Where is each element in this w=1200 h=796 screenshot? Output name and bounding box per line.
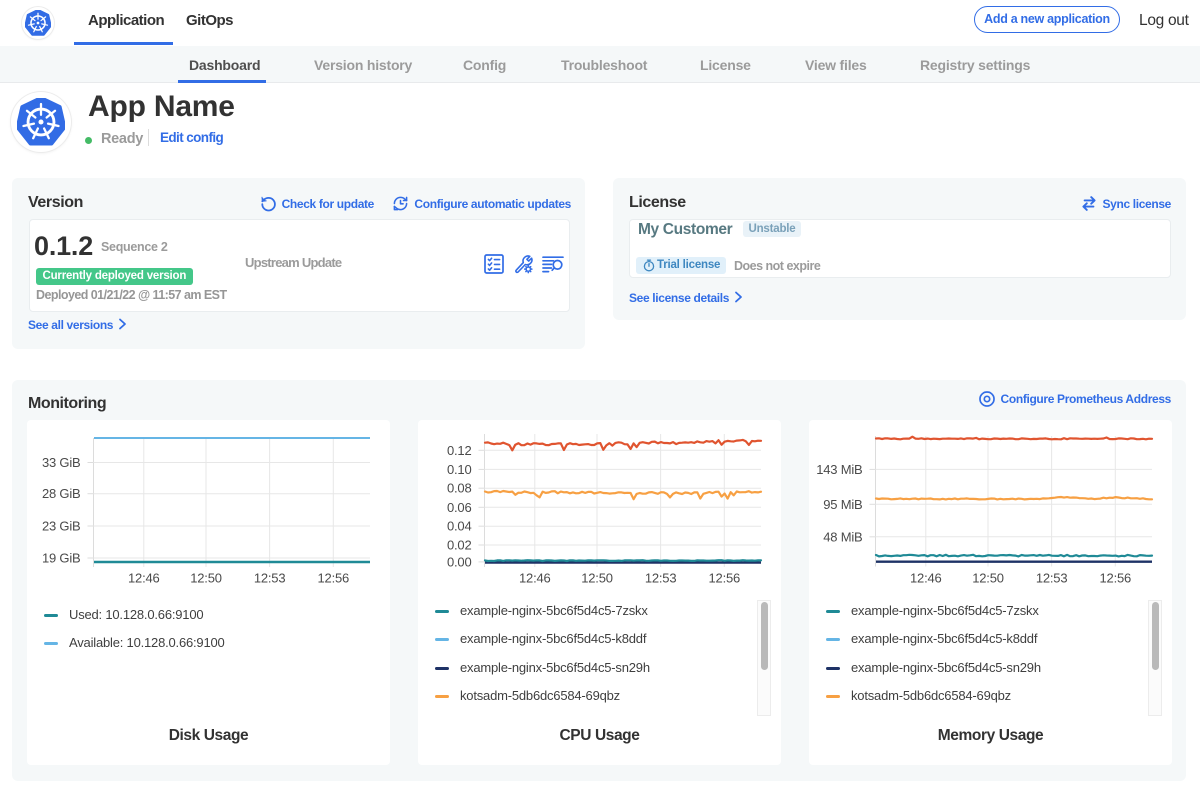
svg-text:0.00: 0.00 xyxy=(447,554,472,569)
svg-text:12:50: 12:50 xyxy=(190,571,222,586)
svg-text:0.08: 0.08 xyxy=(447,481,472,496)
svg-text:12:50: 12:50 xyxy=(972,571,1004,586)
svg-text:12:46: 12:46 xyxy=(910,571,942,586)
svg-text:0.06: 0.06 xyxy=(447,500,472,515)
svg-text:48 MiB: 48 MiB xyxy=(823,529,862,544)
svg-text:12:56: 12:56 xyxy=(709,571,741,586)
svg-text:0.04: 0.04 xyxy=(447,519,472,534)
svg-text:33 GiB: 33 GiB xyxy=(42,455,81,470)
svg-text:12:53: 12:53 xyxy=(1036,571,1068,586)
svg-text:19 GiB: 19 GiB xyxy=(42,551,81,566)
svg-text:143 MiB: 143 MiB xyxy=(816,462,862,477)
svg-text:0.10: 0.10 xyxy=(447,462,472,477)
svg-text:23 GiB: 23 GiB xyxy=(42,519,81,534)
svg-text:28 GiB: 28 GiB xyxy=(42,486,81,501)
svg-text:12:53: 12:53 xyxy=(645,571,677,586)
svg-text:12:56: 12:56 xyxy=(318,571,350,586)
svg-text:0.12: 0.12 xyxy=(447,443,472,458)
svg-text:12:46: 12:46 xyxy=(519,571,551,586)
svg-text:12:50: 12:50 xyxy=(581,571,613,586)
svg-text:12:46: 12:46 xyxy=(128,571,160,586)
svg-text:95 MiB: 95 MiB xyxy=(823,497,862,512)
svg-text:12:53: 12:53 xyxy=(254,571,286,586)
svg-text:0.02: 0.02 xyxy=(447,538,472,553)
svg-text:12:56: 12:56 xyxy=(1100,571,1132,586)
